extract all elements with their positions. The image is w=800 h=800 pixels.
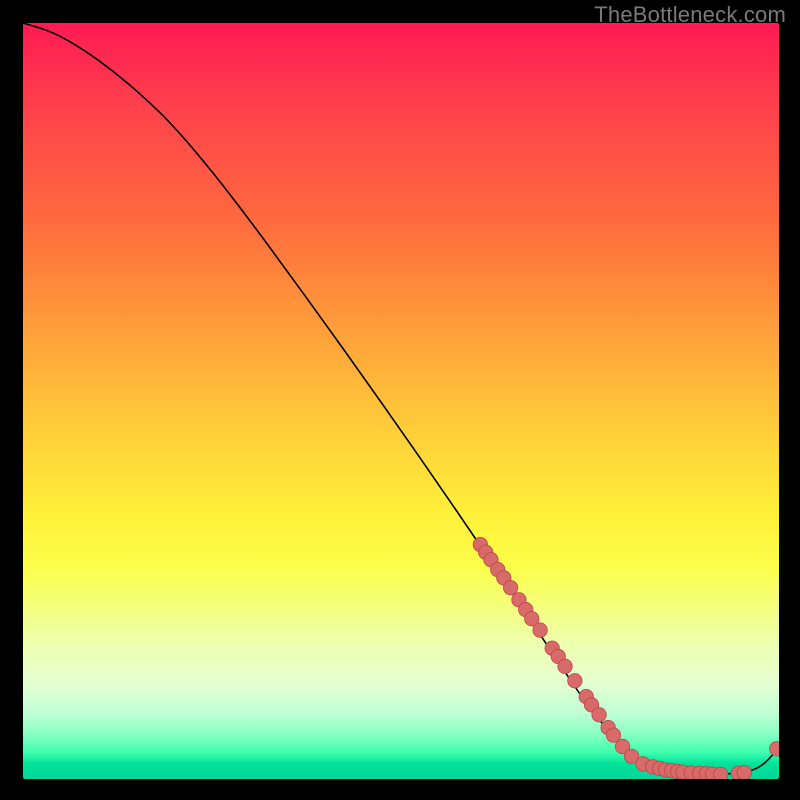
curve-markers xyxy=(473,537,779,779)
curve-marker xyxy=(558,659,572,673)
curve-marker xyxy=(592,708,606,722)
plot-area xyxy=(23,23,779,779)
chart-svg xyxy=(23,23,779,779)
curve-marker xyxy=(533,623,547,637)
curve-marker xyxy=(568,674,582,688)
curve-marker xyxy=(770,742,779,756)
curve-marker xyxy=(503,581,517,595)
chart-frame: TheBottleneck.com xyxy=(0,0,800,800)
bottleneck-curve xyxy=(23,23,779,774)
watermark-text: TheBottleneck.com xyxy=(594,2,786,28)
curve-marker xyxy=(737,765,751,779)
curve-marker xyxy=(714,767,728,779)
